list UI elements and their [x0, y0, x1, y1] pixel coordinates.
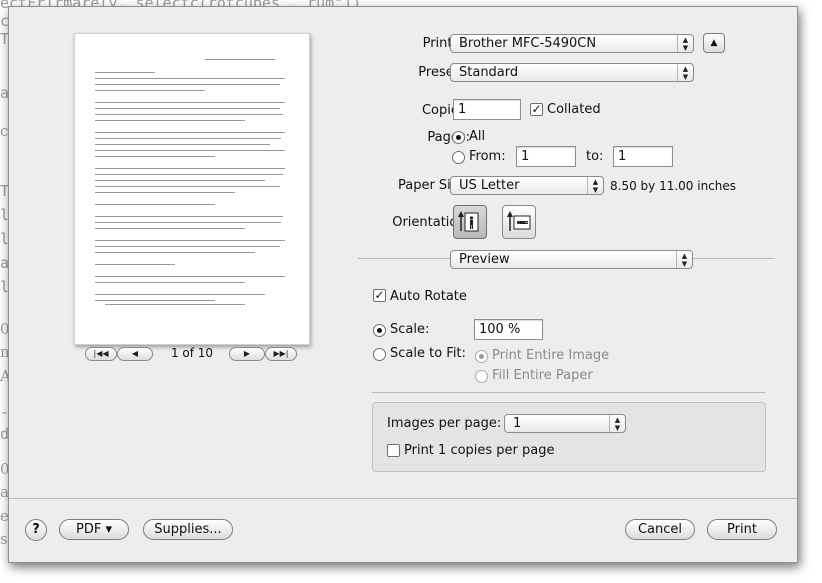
- supplies-button[interactable]: Supplies...: [143, 519, 233, 540]
- portrait-icon: [458, 211, 479, 232]
- presets-popup[interactable]: Standard ▲ ▼: [450, 63, 694, 82]
- landscape-orientation-button[interactable]: [502, 205, 536, 239]
- scale-to-fit-radio[interactable]: [373, 348, 386, 361]
- paper-size-popup[interactable]: US Letter ▲ ▼: [450, 176, 604, 195]
- thumbnail-text-line: [95, 240, 285, 241]
- thumbnail-text-line: [95, 246, 280, 247]
- thumbnail-text-line: [95, 168, 285, 169]
- print-copies-per-page-label: Print 1 copies per page: [404, 443, 555, 458]
- previous-page-button[interactable]: ◀: [117, 347, 153, 361]
- thumbnail-text-line: [95, 78, 285, 79]
- thumbnail-text-line: [95, 120, 245, 121]
- landscape-icon: [507, 211, 531, 231]
- print-entire-image-radio[interactable]: [475, 350, 488, 363]
- thumbnail-text-line: [95, 264, 175, 265]
- thumbnail-text-line: [95, 216, 283, 217]
- thumbnail-text-line: [95, 192, 235, 193]
- presets-value: Standard: [459, 65, 519, 80]
- auto-rotate-label: Auto Rotate: [390, 289, 467, 304]
- scale-to-fit-label: Scale to Fit:: [390, 346, 466, 361]
- thumbnail-text-line: [95, 144, 270, 145]
- thumbnail-footer-line: [105, 304, 245, 305]
- print-entire-image-label: Print Entire Image: [492, 348, 610, 363]
- print-dialog-sheet: |◀◀ ◀ 1 of 10 ▶ ▶▶| Printer: Brother MFC…: [8, 6, 798, 563]
- popup-arrows-icon: ▲ ▼: [676, 251, 692, 268]
- help-button[interactable]: ?: [25, 519, 47, 541]
- popup-arrows-icon: ▲ ▼: [677, 64, 693, 81]
- thumbnail-text-line: [95, 132, 285, 133]
- popup-arrows-icon: ▲ ▼: [587, 177, 603, 194]
- images-per-page-value: 1: [513, 416, 522, 431]
- auto-rotate-checkbox[interactable]: ✓: [373, 289, 386, 302]
- collated-checkbox[interactable]: ✓: [530, 103, 543, 116]
- thumbnail-text-line: [95, 90, 205, 91]
- printer-popup[interactable]: Brother MFC-5490CN ▲ ▼: [450, 34, 694, 53]
- images-per-page-popup[interactable]: 1 ▲ ▼: [504, 414, 626, 433]
- images-per-page-label: Images per page:: [387, 416, 502, 431]
- collated-label: Collated: [547, 102, 601, 117]
- thumbnail-text-line: [95, 102, 285, 103]
- page-preview: [74, 33, 310, 345]
- thumbnail-text-line: [95, 72, 155, 73]
- thumbnail-text-line: [95, 186, 280, 187]
- pdf-menu-button[interactable]: PDF ▾: [59, 519, 129, 540]
- pages-from-radio[interactable]: [452, 151, 465, 164]
- panel-menu-popup[interactable]: Preview ▲ ▼: [450, 250, 693, 269]
- thumbnail-text-line: [95, 114, 283, 115]
- options-separator: [372, 392, 765, 393]
- pages-from-label: From:: [469, 149, 506, 164]
- last-page-button[interactable]: ▶▶|: [265, 347, 297, 361]
- thumbnail-text-line: [95, 300, 215, 301]
- thumbnail-text-line: [95, 108, 280, 109]
- pages-all-label: All: [469, 129, 486, 144]
- thumbnail-text-line: [95, 222, 281, 223]
- scale-field[interactable]: 100 %: [474, 319, 543, 340]
- pages-all-radio[interactable]: [452, 131, 465, 144]
- pages-to-label: to:: [586, 149, 604, 164]
- images-per-page-group: [372, 402, 766, 472]
- first-page-button[interactable]: |◀◀: [85, 347, 117, 361]
- popup-arrows-icon: ▲ ▼: [677, 35, 693, 52]
- pages-to-field[interactable]: 1: [613, 146, 673, 167]
- thumbnail-header-line: [205, 59, 275, 60]
- thumbnail-text-line: [95, 204, 215, 205]
- thumbnail-text-line: [95, 138, 281, 139]
- footer-separator: [9, 498, 797, 499]
- cancel-button[interactable]: Cancel: [625, 519, 695, 540]
- paper-size-value: US Letter: [459, 178, 520, 193]
- thumbnail-text-line: [95, 252, 255, 253]
- thumbnail-text-line: [95, 282, 245, 283]
- expand-dialog-button[interactable]: ▲: [703, 33, 725, 53]
- thumbnail-text-line: [95, 228, 245, 229]
- thumbnail-text-line: [95, 174, 283, 175]
- print-button[interactable]: Print: [707, 519, 777, 540]
- fill-entire-paper-radio[interactable]: [475, 370, 488, 383]
- next-page-button[interactable]: ▶: [229, 347, 265, 361]
- fill-entire-paper-label: Fill Entire Paper: [492, 368, 593, 383]
- thumbnail-text-line: [95, 276, 285, 277]
- paper-dimensions: 8.50 by 11.00 inches: [610, 179, 737, 193]
- thumbnail-text-line: [95, 156, 215, 157]
- thumbnail-text-line: [95, 150, 285, 151]
- thumbnail-text-line: [95, 180, 265, 181]
- scale-label: Scale:: [390, 322, 430, 337]
- thumbnail-text-line: [95, 84, 280, 85]
- scale-radio[interactable]: [373, 324, 386, 337]
- panel-menu-value: Preview: [459, 252, 510, 267]
- print-copies-per-page-checkbox[interactable]: [387, 444, 400, 457]
- page-indicator: 1 of 10: [170, 346, 214, 360]
- portrait-orientation-button[interactable]: [453, 205, 487, 239]
- copies-field[interactable]: 1: [453, 99, 521, 120]
- printer-value: Brother MFC-5490CN: [459, 36, 597, 51]
- pages-from-field[interactable]: 1: [516, 146, 576, 167]
- thumbnail-text-line: [95, 294, 265, 295]
- popup-arrows-icon: ▲ ▼: [609, 415, 625, 432]
